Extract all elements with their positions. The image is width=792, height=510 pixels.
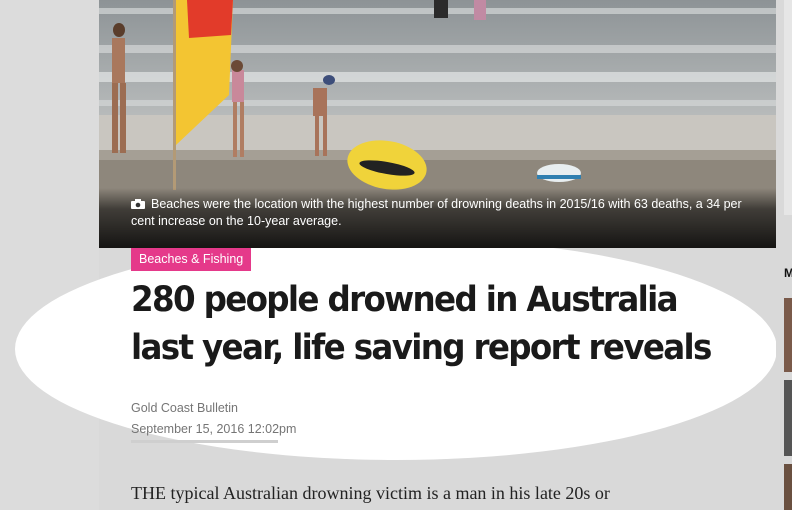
camera-icon bbox=[131, 199, 145, 209]
image-caption: Beaches were the location with the highe… bbox=[131, 196, 756, 230]
hero-image: Beaches were the location with the highe… bbox=[99, 0, 776, 248]
right-rail: M bbox=[776, 0, 792, 510]
rail-thumbnail[interactable] bbox=[784, 298, 792, 372]
rail-image[interactable] bbox=[784, 0, 792, 215]
left-gutter bbox=[0, 0, 99, 510]
rail-heading: M bbox=[784, 266, 792, 280]
byline: Gold Coast Bulletin September 15, 2016 1… bbox=[131, 398, 296, 440]
lead-paragraph: THE typical Australian drowning victim i… bbox=[131, 483, 610, 503]
publish-date: September 15, 2016 12:02pm bbox=[131, 422, 297, 436]
rail-thumbnail[interactable] bbox=[784, 380, 792, 456]
rail-thumbnail[interactable] bbox=[784, 464, 792, 510]
source-name[interactable]: Gold Coast Bulletin bbox=[131, 398, 296, 419]
caption-text: Beaches were the location with the highe… bbox=[131, 197, 742, 228]
headline: 280 people drowned in Australia last yea… bbox=[131, 280, 712, 368]
divider bbox=[131, 440, 278, 443]
category-tag[interactable]: Beaches & Fishing bbox=[131, 248, 252, 271]
